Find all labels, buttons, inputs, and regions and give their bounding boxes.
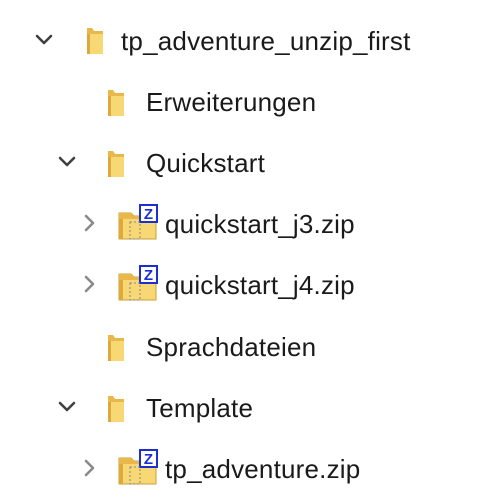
tree-node-label: quickstart_j3.zip — [165, 209, 355, 239]
tree-node-label: tp_adventure.zip — [165, 454, 361, 484]
zip-folder-icon: Z — [116, 265, 162, 303]
chevron-down-icon[interactable] — [56, 396, 78, 418]
tree-node-erweiterungen[interactable]: Erweiterungen — [0, 73, 499, 129]
tree-node-tp-adventure-zip[interactable]: Z tp_adventure.zip — [0, 440, 499, 496]
folder-icon — [105, 148, 127, 178]
folder-icon — [105, 332, 127, 362]
svg-text:Z: Z — [144, 451, 153, 468]
chevron-down-icon[interactable] — [33, 29, 55, 51]
tree-node-label: Erweiterungen — [146, 87, 317, 117]
folder-icon — [84, 25, 106, 55]
tree-node-root[interactable]: tp_adventure_unzip_first — [0, 12, 499, 68]
folder-icon — [105, 393, 127, 423]
tree-node-quickstart-j4-zip[interactable]: Z quickstart_j4.zip — [0, 256, 499, 312]
tree-node-label: Quickstart — [146, 148, 266, 178]
folder-tree: tp_adventure_unzip_first Erweiterungen Q… — [0, 0, 499, 500]
chevron-down-icon[interactable] — [56, 151, 78, 173]
folder-icon — [105, 87, 127, 117]
tree-node-template[interactable]: Template — [0, 379, 499, 435]
tree-node-sprachdateien[interactable]: Sprachdateien — [0, 318, 499, 374]
tree-node-quickstart[interactable]: Quickstart — [0, 134, 499, 190]
zip-folder-icon: Z — [116, 449, 162, 487]
zip-folder-icon: Z — [116, 204, 162, 242]
svg-text:Z: Z — [144, 267, 153, 284]
tree-node-label: tp_adventure_unzip_first — [121, 26, 411, 56]
chevron-right-icon[interactable] — [78, 457, 100, 479]
tree-node-label: Sprachdateien — [146, 332, 317, 362]
tree-node-label: Template — [146, 393, 254, 423]
chevron-right-icon[interactable] — [78, 273, 100, 295]
tree-node-label: quickstart_j4.zip — [165, 270, 355, 300]
chevron-right-icon[interactable] — [78, 212, 100, 234]
tree-node-quickstart-j3-zip[interactable]: Z quickstart_j3.zip — [0, 195, 499, 251]
svg-text:Z: Z — [144, 206, 153, 223]
